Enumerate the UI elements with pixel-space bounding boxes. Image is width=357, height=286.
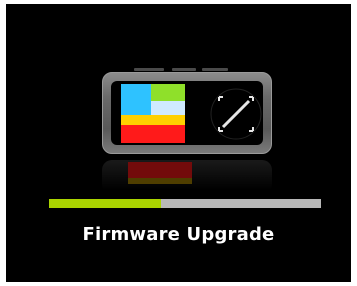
screen-color-block bbox=[121, 84, 151, 115]
upgrade-progress-bar bbox=[49, 199, 321, 208]
device-top-button bbox=[172, 68, 196, 71]
device-body bbox=[102, 72, 272, 154]
device-top-button bbox=[202, 68, 228, 71]
control-wheel-icon bbox=[210, 88, 262, 140]
screen-color-block bbox=[151, 84, 185, 101]
device-top-button bbox=[134, 68, 164, 71]
reflection-screen-strip bbox=[128, 178, 192, 184]
firmware-upgrade-screen: Firmware Upgrade bbox=[6, 4, 351, 282]
device-reflection bbox=[102, 160, 274, 194]
screen-color-block bbox=[121, 125, 185, 143]
screen-color-block bbox=[121, 115, 185, 125]
reflection-screen bbox=[128, 162, 192, 178]
screen-color-block bbox=[151, 101, 185, 115]
screen-title: Firmware Upgrade bbox=[82, 224, 275, 245]
device-screen bbox=[121, 84, 185, 143]
media-player-device-icon bbox=[102, 68, 274, 156]
upgrade-progress-fill bbox=[49, 199, 161, 208]
